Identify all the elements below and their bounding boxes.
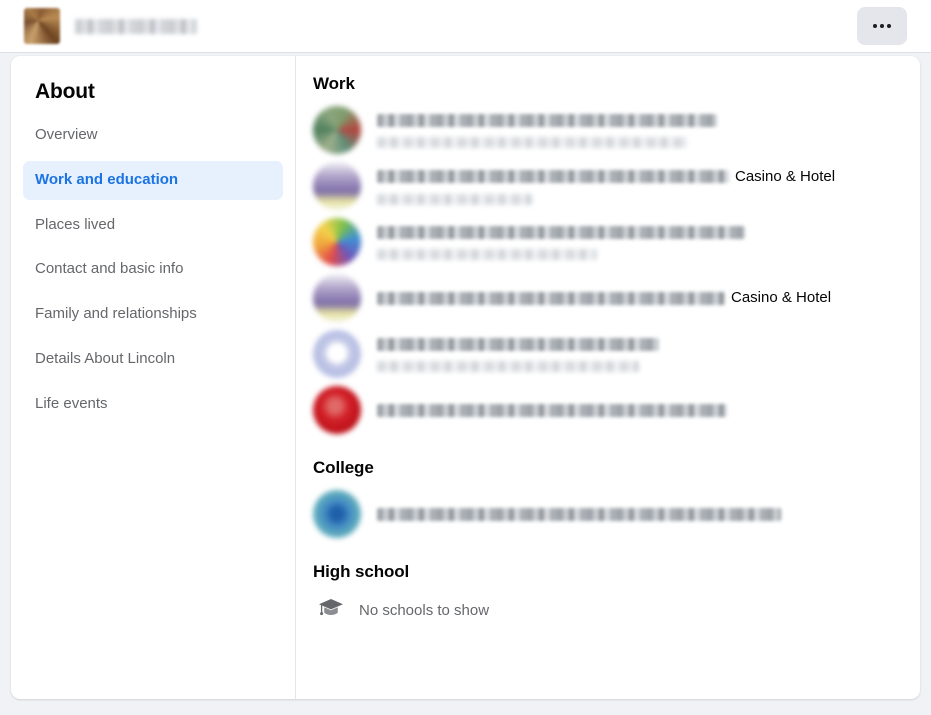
section-title-work: Work [313, 74, 355, 93]
work-entry-title-row [377, 335, 896, 354]
graduation-cap-icon [317, 596, 345, 625]
avatar[interactable] [24, 8, 60, 44]
work-entry-subtitle-redacted [377, 137, 687, 149]
work-entry[interactable] [313, 102, 896, 158]
sidebar-item-places-lived[interactable]: Places lived [23, 206, 283, 245]
work-entry-title-redacted [377, 291, 725, 305]
work-entry-text [377, 335, 896, 373]
more-dot-icon [880, 24, 884, 28]
work-entry-subtitle-redacted [377, 361, 639, 373]
sidebar-item-overview[interactable]: Overview [23, 116, 283, 155]
work-entry-logo [313, 386, 361, 434]
high-school-empty-text: No schools to show [359, 602, 490, 619]
college-entry-logo [313, 490, 361, 538]
about-card: About Overview Work and education Places… [11, 56, 920, 699]
sidebar-item-family-and-relationships[interactable]: Family and relationships [23, 295, 283, 334]
work-entry-title-redacted [377, 170, 729, 184]
work-entry-text [377, 111, 896, 149]
work-entry-text: Casino & Hotel [377, 167, 896, 205]
work-entry-logo [313, 106, 361, 154]
profile-name-redacted [75, 18, 197, 34]
work-entry-title-redacted [377, 226, 745, 240]
high-school-empty-row: No schools to show [313, 590, 896, 625]
about-content: Work Casino & Hotel Casino & Hotel Colle… [296, 56, 920, 699]
work-entry-text: Casino & Hotel [377, 288, 896, 308]
work-entry[interactable] [313, 326, 896, 382]
work-entry[interactable]: Casino & Hotel [313, 270, 896, 326]
more-options-button[interactable] [857, 7, 907, 45]
work-entry-title-row [377, 401, 896, 420]
work-entry[interactable] [313, 214, 896, 270]
more-dot-icon [873, 24, 877, 28]
work-entry-title-row: Casino & Hotel [377, 288, 896, 308]
college-entry-title-row [377, 505, 896, 524]
work-entry-subtitle-redacted [377, 249, 597, 261]
work-entry-subtitle-redacted [377, 193, 532, 205]
work-entry-logo [313, 274, 361, 322]
work-entry-title-row [377, 111, 896, 130]
work-entry-logo [313, 330, 361, 378]
work-entry-title-row: Casino & Hotel [377, 167, 896, 187]
work-entry-title-tail: Casino & Hotel [731, 289, 832, 306]
work-entry[interactable] [313, 382, 896, 438]
college-entry-title-redacted [377, 507, 781, 521]
section-title-high-school: High school [313, 562, 410, 581]
work-entry-title-redacted [377, 338, 659, 352]
section-title-college: College [313, 458, 374, 477]
profile-header [0, 0, 931, 53]
sidebar-item-contact-and-basic-info[interactable]: Contact and basic info [23, 250, 283, 289]
about-sidebar: About Overview Work and education Places… [11, 56, 296, 699]
sidebar-item-life-events[interactable]: Life events [23, 385, 283, 424]
page-title: About [35, 80, 95, 103]
college-entry[interactable] [313, 486, 896, 542]
work-entry-text [377, 223, 896, 261]
work-entry-logo [313, 162, 361, 210]
sidebar-item-details-about[interactable]: Details About Lincoln [23, 340, 283, 379]
work-entry-title-tail: Casino & Hotel [735, 167, 836, 185]
work-entry-title-redacted [377, 403, 727, 417]
more-dot-icon [887, 24, 891, 28]
sidebar-item-work-and-education[interactable]: Work and education [23, 160, 283, 200]
work-entry[interactable]: Casino & Hotel [313, 158, 896, 214]
work-entry-text [377, 401, 896, 420]
college-entry-text [377, 505, 896, 524]
work-entry-title-row [377, 223, 896, 242]
work-entry-logo [313, 218, 361, 266]
work-entry-title-redacted [377, 114, 717, 128]
